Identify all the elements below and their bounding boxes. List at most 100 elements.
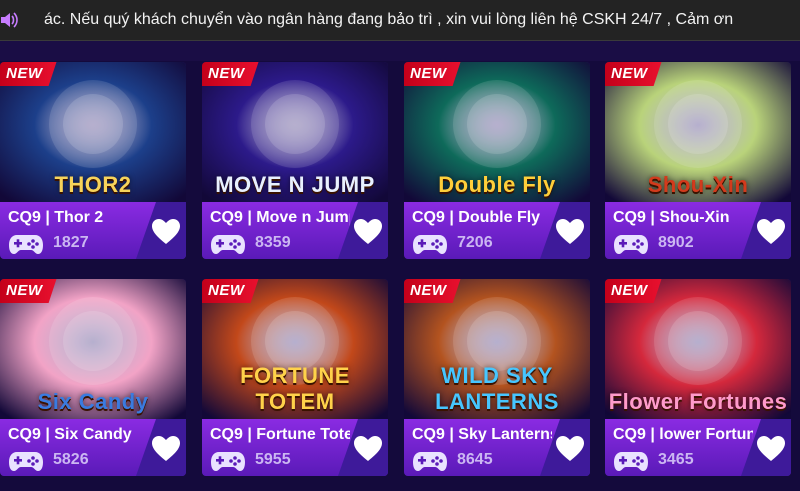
provider-label: CQ9 bbox=[613, 426, 646, 443]
title-separator: | bbox=[449, 426, 459, 443]
new-badge: NEW bbox=[202, 279, 259, 303]
game-title: CQ9 | Sky Lanterns bbox=[412, 426, 552, 444]
provider-label: CQ9 bbox=[412, 209, 445, 226]
new-badge: NEW bbox=[605, 62, 662, 86]
provider-label: CQ9 bbox=[8, 426, 41, 443]
game-info-bar: CQ9 | Shou-Xin 8902 bbox=[605, 202, 791, 259]
game-name: Double Fly bbox=[458, 209, 541, 226]
game-thumbnail[interactable]: Shou-Xin NEW bbox=[605, 62, 791, 202]
game-name: Fortune Totem bbox=[256, 426, 350, 443]
game-logo: MOVE N JUMP bbox=[215, 172, 375, 197]
game-logo: Shou-Xin bbox=[647, 172, 749, 197]
game-thumbnail[interactable]: Six Candy NEW bbox=[0, 279, 186, 419]
gamepad-icon bbox=[9, 235, 43, 254]
title-separator: | bbox=[247, 209, 257, 226]
game-logo: Double Fly bbox=[438, 172, 556, 197]
heart-icon[interactable] bbox=[151, 218, 181, 246]
heart-icon[interactable] bbox=[555, 218, 585, 246]
play-count: 5826 bbox=[53, 451, 89, 468]
game-card[interactable]: Double Fly NEW CQ9 | Double Fly 7206 bbox=[404, 62, 590, 259]
game-thumbnail[interactable]: MOVE N JUMP NEW bbox=[202, 62, 388, 202]
title-separator: | bbox=[247, 426, 257, 443]
game-card[interactable]: Shou-Xin NEW CQ9 | Shou-Xin 8902 bbox=[605, 62, 791, 259]
play-count: 1827 bbox=[53, 234, 89, 251]
game-info-bar: CQ9 | Sky Lanterns 8645 bbox=[404, 419, 590, 476]
play-count: 7206 bbox=[457, 234, 493, 251]
game-thumbnail[interactable]: WILD SKY LANTERNS NEW bbox=[404, 279, 590, 419]
game-logo: Flower Fortunes bbox=[608, 389, 788, 414]
game-title: CQ9 | Thor 2 bbox=[8, 209, 148, 227]
game-thumbnail[interactable]: FORTUNE TOTEM NEW bbox=[202, 279, 388, 419]
play-count: 8645 bbox=[457, 451, 493, 468]
header-spacer bbox=[0, 41, 800, 61]
title-separator: | bbox=[650, 209, 660, 226]
game-name: lower Fortunes bbox=[659, 426, 753, 443]
announcement-text: ác. Nếu quý khách chuyển vào ngân hàng đ… bbox=[44, 11, 734, 28]
game-title: CQ9 | lower Fortunes bbox=[613, 426, 753, 444]
gamepad-icon bbox=[614, 235, 648, 254]
gamepad-icon bbox=[413, 452, 447, 471]
game-name: Sky Lanterns bbox=[458, 426, 552, 443]
provider-label: CQ9 bbox=[412, 426, 445, 443]
provider-label: CQ9 bbox=[613, 209, 646, 226]
provider-label: CQ9 bbox=[210, 209, 243, 226]
heart-icon[interactable] bbox=[756, 435, 786, 463]
game-card[interactable]: THOR2 NEW CQ9 | Thor 2 1827 bbox=[0, 62, 186, 259]
title-separator: | bbox=[449, 209, 459, 226]
title-separator: | bbox=[45, 426, 55, 443]
game-name: Thor 2 bbox=[54, 209, 104, 226]
play-count: 5955 bbox=[255, 451, 291, 468]
new-badge: NEW bbox=[0, 62, 57, 86]
title-separator: | bbox=[650, 426, 660, 443]
game-card[interactable]: Flower Fortunes NEW CQ9 | lower Fortunes… bbox=[605, 279, 791, 476]
gamepad-icon bbox=[413, 235, 447, 254]
game-logo: THOR2 bbox=[54, 172, 132, 197]
speaker-icon[interactable] bbox=[0, 10, 18, 30]
game-thumbnail[interactable]: Double Fly NEW bbox=[404, 62, 590, 202]
announcement-bar: ác. Nếu quý khách chuyển vào ngân hàng đ… bbox=[0, 0, 800, 41]
play-count: 8359 bbox=[255, 234, 291, 251]
game-name: Move n Jump bbox=[256, 209, 350, 226]
gamepad-icon bbox=[211, 235, 245, 254]
provider-label: CQ9 bbox=[210, 426, 243, 443]
heart-icon[interactable] bbox=[353, 435, 383, 463]
game-info-bar: CQ9 | Move n Jump 8359 bbox=[202, 202, 388, 259]
game-info-bar: CQ9 | Six Candy 5826 bbox=[0, 419, 186, 476]
new-badge: NEW bbox=[605, 279, 662, 303]
game-name: Six Candy bbox=[54, 426, 132, 443]
game-card[interactable]: FORTUNE TOTEM NEW CQ9 | Fortune Totem 59… bbox=[202, 279, 388, 476]
new-badge: NEW bbox=[404, 62, 461, 86]
game-name: Shou-Xin bbox=[659, 209, 730, 226]
provider-label: CQ9 bbox=[8, 209, 41, 226]
heart-icon[interactable] bbox=[756, 218, 786, 246]
game-thumbnail[interactable]: THOR2 NEW bbox=[0, 62, 186, 202]
game-logo: FORTUNE TOTEM bbox=[240, 363, 350, 414]
game-title: CQ9 | Move n Jump bbox=[210, 209, 350, 227]
game-info-bar: CQ9 | Thor 2 1827 bbox=[0, 202, 186, 259]
new-badge: NEW bbox=[202, 62, 259, 86]
title-separator: | bbox=[45, 209, 55, 226]
heart-icon[interactable] bbox=[151, 435, 181, 463]
gamepad-icon bbox=[211, 452, 245, 471]
game-card[interactable]: WILD SKY LANTERNS NEW CQ9 | Sky Lanterns… bbox=[404, 279, 590, 476]
game-title: CQ9 | Double Fly bbox=[412, 209, 552, 227]
game-title: CQ9 | Shou-Xin bbox=[613, 209, 753, 227]
play-count: 3465 bbox=[658, 451, 694, 468]
gamepad-icon bbox=[614, 452, 648, 471]
game-title: CQ9 | Six Candy bbox=[8, 426, 148, 444]
game-info-bar: CQ9 | Fortune Totem 5955 bbox=[202, 419, 388, 476]
game-info-bar: CQ9 | lower Fortunes 3465 bbox=[605, 419, 791, 476]
game-info-bar: CQ9 | Double Fly 7206 bbox=[404, 202, 590, 259]
game-card[interactable]: MOVE N JUMP NEW CQ9 | Move n Jump 8359 bbox=[202, 62, 388, 259]
game-card[interactable]: Six Candy NEW CQ9 | Six Candy 5826 bbox=[0, 279, 186, 476]
gamepad-icon bbox=[9, 452, 43, 471]
play-count: 8902 bbox=[658, 234, 694, 251]
new-badge: NEW bbox=[0, 279, 57, 303]
game-title: CQ9 | Fortune Totem bbox=[210, 426, 350, 444]
game-thumbnail[interactable]: Flower Fortunes NEW bbox=[605, 279, 791, 419]
heart-icon[interactable] bbox=[353, 218, 383, 246]
game-logo: WILD SKY LANTERNS bbox=[435, 363, 559, 414]
game-logo: Six Candy bbox=[37, 389, 149, 414]
new-badge: NEW bbox=[404, 279, 461, 303]
heart-icon[interactable] bbox=[555, 435, 585, 463]
